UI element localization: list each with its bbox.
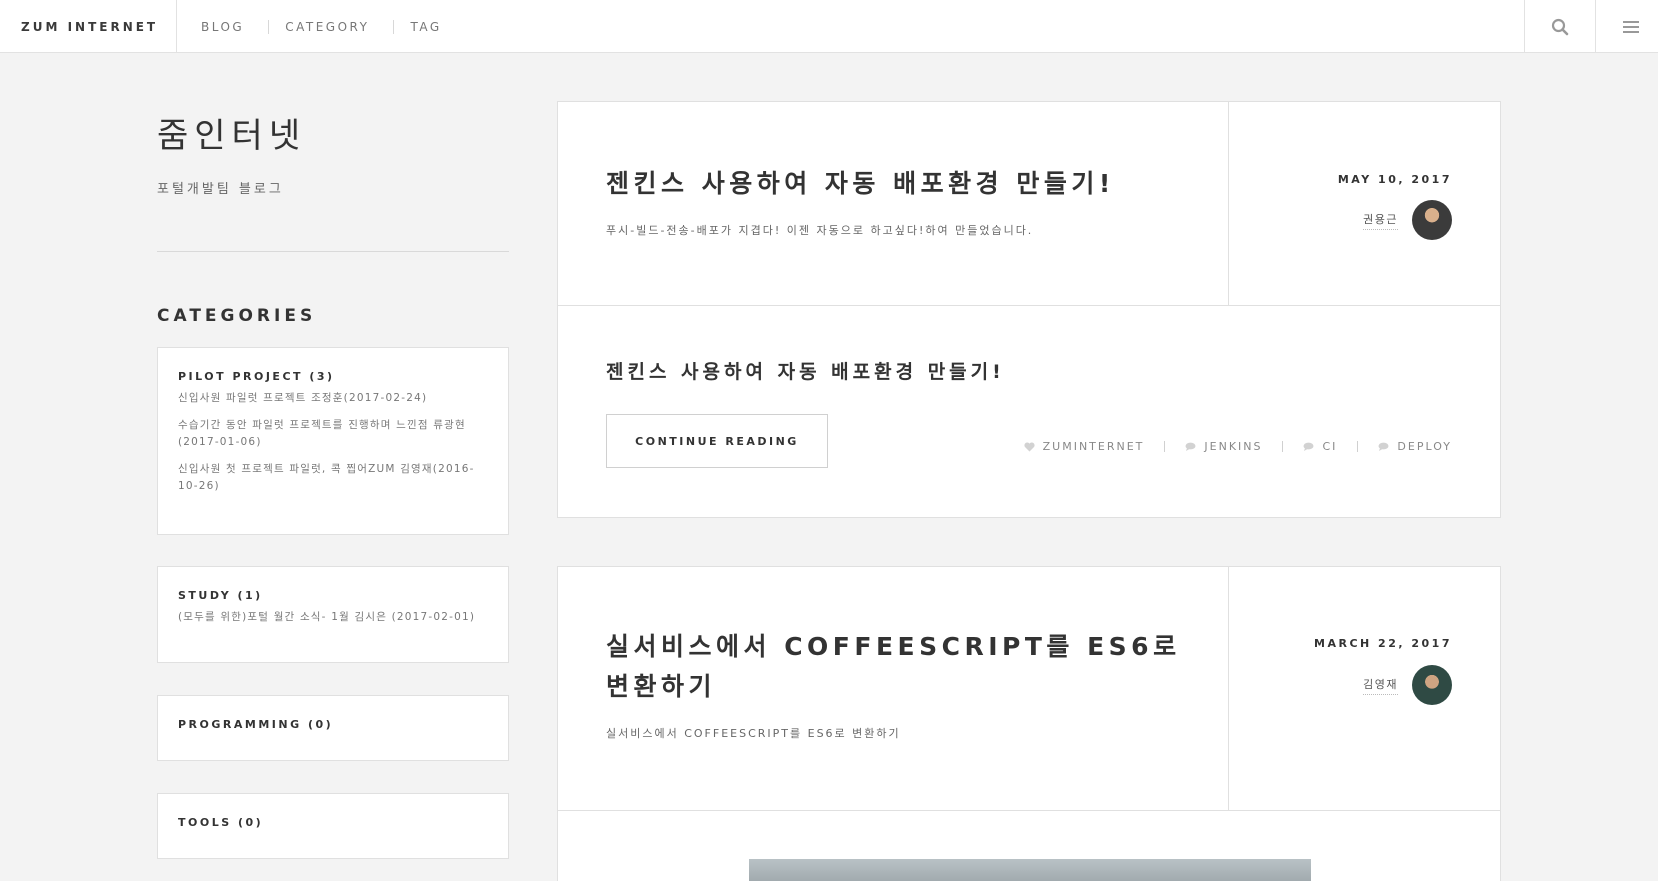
search-icon [1551,18,1569,35]
category-name[interactable]: TOOLS (0) [178,816,488,830]
tag-label: CI [1322,440,1338,453]
post-meta: MAY 10, 2017 권용근 [1228,102,1500,305]
continue-reading-button[interactable]: CONTINUE READING [606,414,828,468]
category-post-link[interactable]: 수습기간 동안 파일럿 프로젝트를 진행하며 느낀점 류광현(2017-01-0… [178,417,488,451]
post-author: 김영재 [1363,665,1452,705]
author-name[interactable]: 권용근 [1363,211,1398,230]
category-post-link[interactable]: 신입사원 파일럿 프로젝트 조정훈(2017-02-24) [178,390,488,407]
categories-heading: CATEGORIES [157,306,317,326]
post-card-header: 실서비스에서 COFFEESCRIPT를 ES6로 변환하기 실서비스에서 CO… [558,567,1500,811]
tag-separator [1164,441,1166,452]
category-post-link[interactable]: (모두를 위한)포털 월간 소식- 1월 김시은 (2017-02-01) [178,609,488,626]
comment-bubble-icon [1378,442,1389,451]
post-title[interactable]: 젠킨스 사용하여 자동 배포환경 만들기! [606,164,1115,204]
author-name[interactable]: 김영재 [1363,676,1398,695]
tag-jenkins[interactable]: JENKINS [1185,440,1262,453]
menu-button[interactable] [1595,0,1658,53]
site-description: 포털개발팀 블로그 [157,182,284,197]
post-card-header: 젠킨스 사용하여 자동 배포환경 만들기! 푸시-빌드-전송-배포가 지겹다! … [558,102,1500,306]
comment-bubble-icon [1185,442,1196,451]
hamburger-menu-icon [1623,20,1639,33]
tag-separator [1282,441,1284,452]
excerpt-title: 젠킨스 사용하여 자동 배포환경 만들기! [606,361,1005,383]
site-title: 줌인터넷 [157,116,307,156]
category-name[interactable]: PROGRAMMING (0) [178,718,488,732]
tag-ci[interactable]: CI [1303,440,1337,453]
avatar[interactable] [1412,200,1452,240]
nav-blog-link[interactable]: BLOG [177,20,268,34]
post-tags: ZUMINTERNET JENKINS CI DEPLOY [1024,440,1452,453]
post-date: MARCH 22, 2017 [1314,637,1452,650]
tag-label: JENKINS [1204,440,1263,453]
post-title-line-2[interactable]: 변환하기 [606,667,716,707]
tag-label: DEPLOY [1397,440,1452,453]
category-name[interactable]: STUDY (1) [178,589,488,603]
post-card: 실서비스에서 COFFEESCRIPT를 ES6로 변환하기 실서비스에서 CO… [557,566,1501,881]
tag-separator [1357,441,1359,452]
post-card-body [558,811,1500,881]
category-box-study: STUDY (1) (모두를 위한)포털 월간 소식- 1월 김시은 (2017… [157,566,509,663]
avatar[interactable] [1412,665,1452,705]
nav-category-link[interactable]: CATEGORY [268,19,393,34]
brand-logo[interactable]: ZUM INTERNET [0,0,177,53]
tag-deploy[interactable]: DEPLOY [1378,440,1452,453]
category-name[interactable]: PILOT PROJECT (3) [178,370,488,384]
nav-tag-link[interactable]: TAG [393,19,465,34]
post-card-body: 젠킨스 사용하여 자동 배포환경 만들기! CONTINUE READING Z… [558,306,1500,517]
heart-icon [1024,441,1035,451]
post-title-line-1[interactable]: 실서비스에서 COFFEESCRIPT를 ES6로 [606,627,1181,667]
sidebar-divider [157,251,509,252]
main-nav: BLOG CATEGORY TAG [177,0,466,53]
post-subtitle: 실서비스에서 COFFEESCRIPT를 ES6로 변환하기 [606,727,901,740]
category-box-tools: TOOLS (0) [157,793,509,859]
top-navigation-bar: ZUM INTERNET BLOG CATEGORY TAG [0,0,1658,53]
post-subtitle: 푸시-빌드-전송-배포가 지겹다! 이젠 자동으로 하고싶다!하여 만들었습니다… [606,224,1034,237]
tag-label: ZUMINTERNET [1042,440,1145,453]
post-cover-image[interactable] [749,859,1311,881]
search-button[interactable] [1524,0,1595,53]
tag-zuminternet[interactable]: ZUMINTERNET [1024,440,1145,453]
category-box-programming: PROGRAMMING (0) [157,695,509,761]
post-meta: MARCH 22, 2017 김영재 [1228,567,1500,810]
post-card: 젠킨스 사용하여 자동 배포환경 만들기! 푸시-빌드-전송-배포가 지겹다! … [557,101,1501,518]
category-post-link[interactable]: 신입사원 첫 프로젝트 파일럿, 콕 찝어ZUM 김영재(2016-10-26) [178,461,488,495]
category-box-pilot-project: PILOT PROJECT (3) 신입사원 파일럿 프로젝트 조정훈(2017… [157,347,509,535]
post-date: MAY 10, 2017 [1337,173,1452,186]
post-author: 권용근 [1363,200,1452,240]
comment-bubble-icon [1303,442,1314,451]
